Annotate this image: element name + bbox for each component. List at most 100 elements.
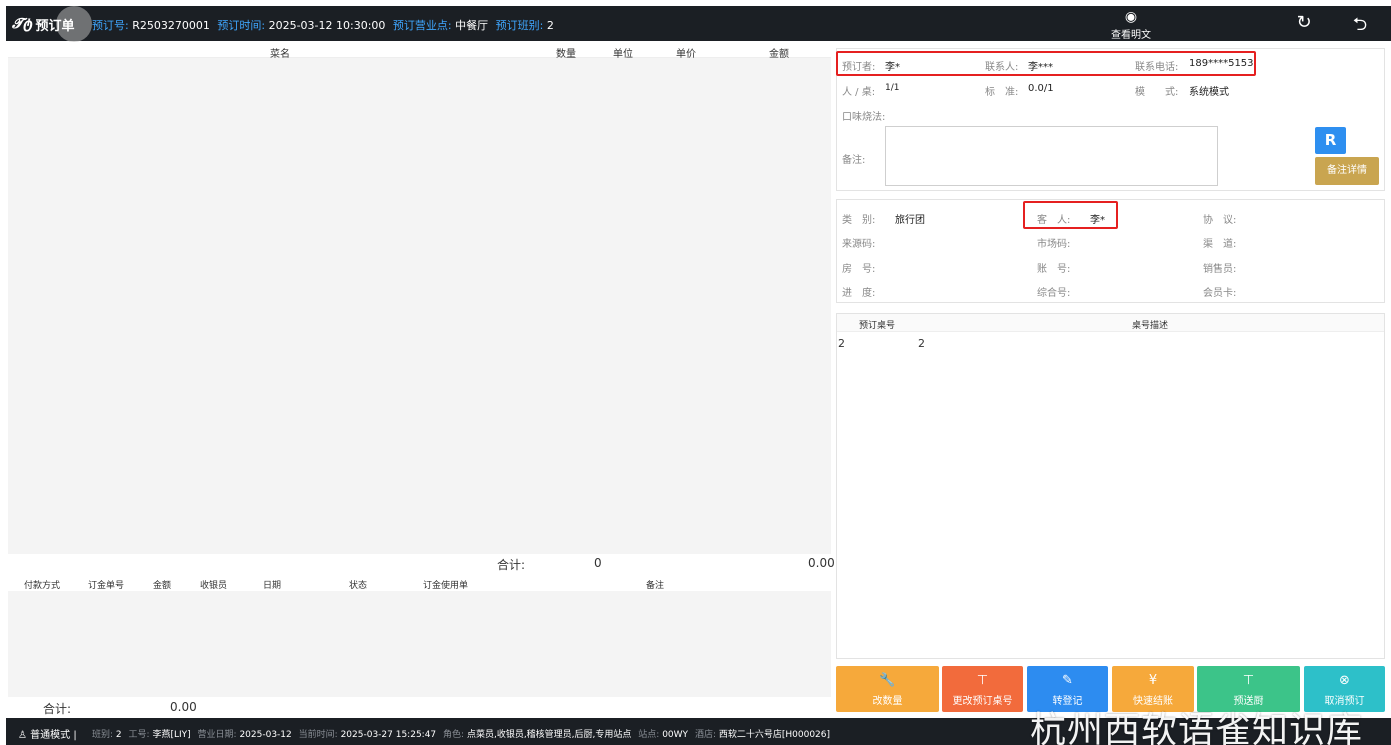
dish-grid-body[interactable] [8,58,831,554]
change-qty-button[interactable]: 🔧 改数量 [836,666,939,712]
payment-grid-body[interactable] [8,591,831,697]
col-remark: 备注 [646,581,665,591]
status-role: 点菜员,收银员,稽核管理员,后厨,专用站点 [466,730,632,740]
booking-info-panel: 预订者: 李* 联系人: 李*** 联系电话: 189****5153 人 / … [836,48,1385,191]
remark-textarea[interactable] [885,126,1218,186]
refresh-icon[interactable]: ↻ [1293,12,1315,33]
mode: 系统模式 [1189,87,1229,98]
table-no: 2 [838,337,845,350]
taste-label: 口味烧法: [842,112,886,123]
col-deposit-no: 订金单号 [88,581,125,591]
table-desc: 2 [918,337,925,350]
eye-icon: ◉ [1124,9,1138,25]
back-icon[interactable]: ⮌ [1349,12,1371,42]
member-label: 会员卡: [1203,288,1237,299]
col-table-desc: 桌号描述 [1132,321,1169,331]
status-shift: 2 [115,730,122,740]
payment-grid-header: 付款方式 订金单号 金额 收银员 日期 状态 订金使用单 备注 [8,575,831,591]
guest-info-panel: 类 别: 旅行团 客 人: 李* 协 议: 来源码: 市场码: 渠 道: 房 号… [836,199,1385,303]
combined-label: 综合号: [1037,288,1071,299]
yuan-icon: ¥ [1148,673,1158,688]
highlight-box-guest [1023,201,1118,229]
wrench-icon: 🔧 [879,673,896,688]
category: 旅行团 [895,215,925,226]
change-table-button[interactable]: ⊤ 更改预订桌号 [942,666,1023,712]
table-icon: ⊤ [976,673,989,688]
remark-label: 备注: [842,155,866,166]
user-icon: ♙ [18,730,27,741]
shift: 2 [546,19,554,32]
status-shift-label: 班别: [92,730,114,740]
col-date: 日期 [263,581,282,591]
status-info: 班别: 2 工号: 李燕[LIY] 营业日期: 2025-03-12 当前时间:… [92,727,834,740]
view-plaintext-label: 查看明文 [1111,30,1151,41]
status-bizdate-label: 营业日期: [197,730,237,740]
table-list-panel: 预订桌号 桌号描述 2 2 [836,313,1385,659]
room-label: 房 号: [842,264,876,275]
order-time: 2025-03-12 10:30:00 [268,19,386,32]
dish-total-amount: 0.00 [808,556,835,570]
col-cashier: 收银员 [200,581,228,591]
highlight-box-contact [836,51,1256,76]
dish-grid-header: 菜名 数量 单位 单价 金额 [8,42,831,60]
source-label: 来源码: [842,239,876,250]
table-row[interactable]: 2 2 [837,336,1384,352]
order-no-label: 预订号: [92,19,129,32]
brand-logo-icon: 𝓣ტ [12,16,33,32]
status-station: 00WY [662,730,689,740]
order-no: R2503270001 [132,19,210,32]
dish-total-row: 合计: 0 0.00 [8,554,835,572]
pax-label: 人 / 桌: [842,87,876,98]
progress-label: 进 度: [842,288,876,299]
category-label: 类 别: [842,215,876,226]
payment-total-amount: 0.00 [170,700,197,714]
account-label: 账 号: [1037,264,1071,275]
remark-detail-button[interactable]: 备注详情 [1315,157,1379,185]
outlet: 中餐厅 [455,19,489,32]
channel-label: 渠 道: [1203,239,1237,250]
col-table-no: 预订桌号 [859,321,896,331]
status-staff-label: 工号: [128,730,150,740]
page-title: 预订单 [35,18,75,34]
standard: 0.0/1 [1028,83,1054,94]
change-qty-label: 改数量 [872,696,903,707]
shift-label: 预订班别: [495,19,544,32]
standard-label: 标 准: [985,87,1019,98]
mode-label: 模 式: [1135,87,1179,98]
order-info: 预订号: R2503270001 预订时间: 2025-03-12 10:30:… [92,17,558,33]
col-status: 状态 [349,581,368,591]
kitchen-icon: ⊤ [1242,673,1255,688]
status-hotel: 西软二十六号店[H000026] [718,730,831,740]
outlet-label: 预订营业点: [392,19,452,32]
market-label: 市场码: [1037,239,1071,250]
change-table-label: 更改预订桌号 [952,696,1013,707]
status-role-label: 角色: [443,730,465,740]
status-bizdate: 2025-03-12 [239,730,292,740]
r-button[interactable]: R [1315,127,1346,154]
dish-total-label: 合计: [497,558,526,572]
view-plaintext-button[interactable]: ◉ 查看明文 [1101,10,1161,41]
status-staff: 李燕[LIY] [152,730,191,740]
col-pay-method: 付款方式 [24,581,61,591]
pax: 1/1 [885,83,900,93]
payment-total-row: 合计: 0.00 [8,698,831,716]
payment-total-label: 合计: [43,702,72,716]
col-deposit-use: 订金使用单 [423,581,469,591]
status-hotel-label: 酒店: [694,730,716,740]
edit-icon: ✎ [1062,673,1073,688]
status-station-label: 站点: [638,730,660,740]
col-pay-amount: 金额 [153,581,172,591]
cancel-icon: ⊗ [1339,673,1350,688]
dish-total-qty: 0 [594,556,602,570]
status-now: 2025-03-27 15:25:47 [340,730,437,740]
reservation-page: 𝓣ტ 预订单 预订号: R2503270001 预订时间: 2025-03-12… [0,0,1391,745]
mode-label: 普通模式 [30,730,71,741]
table-list-header: 预订桌号 桌号描述 [837,314,1384,332]
watermark: 杭州西软语雀知识库 [1030,710,1364,745]
sales-label: 销售员: [1203,264,1237,275]
mode-indicator: ♙ 普通模式 | [18,730,77,741]
top-bar: 𝓣ტ 预订单 预订号: R2503270001 预订时间: 2025-03-12… [6,6,1391,42]
order-time-label: 预订时间: [217,19,266,32]
status-now-label: 当前时间: [298,730,338,740]
brand: 𝓣ტ 预订单 [12,6,92,42]
